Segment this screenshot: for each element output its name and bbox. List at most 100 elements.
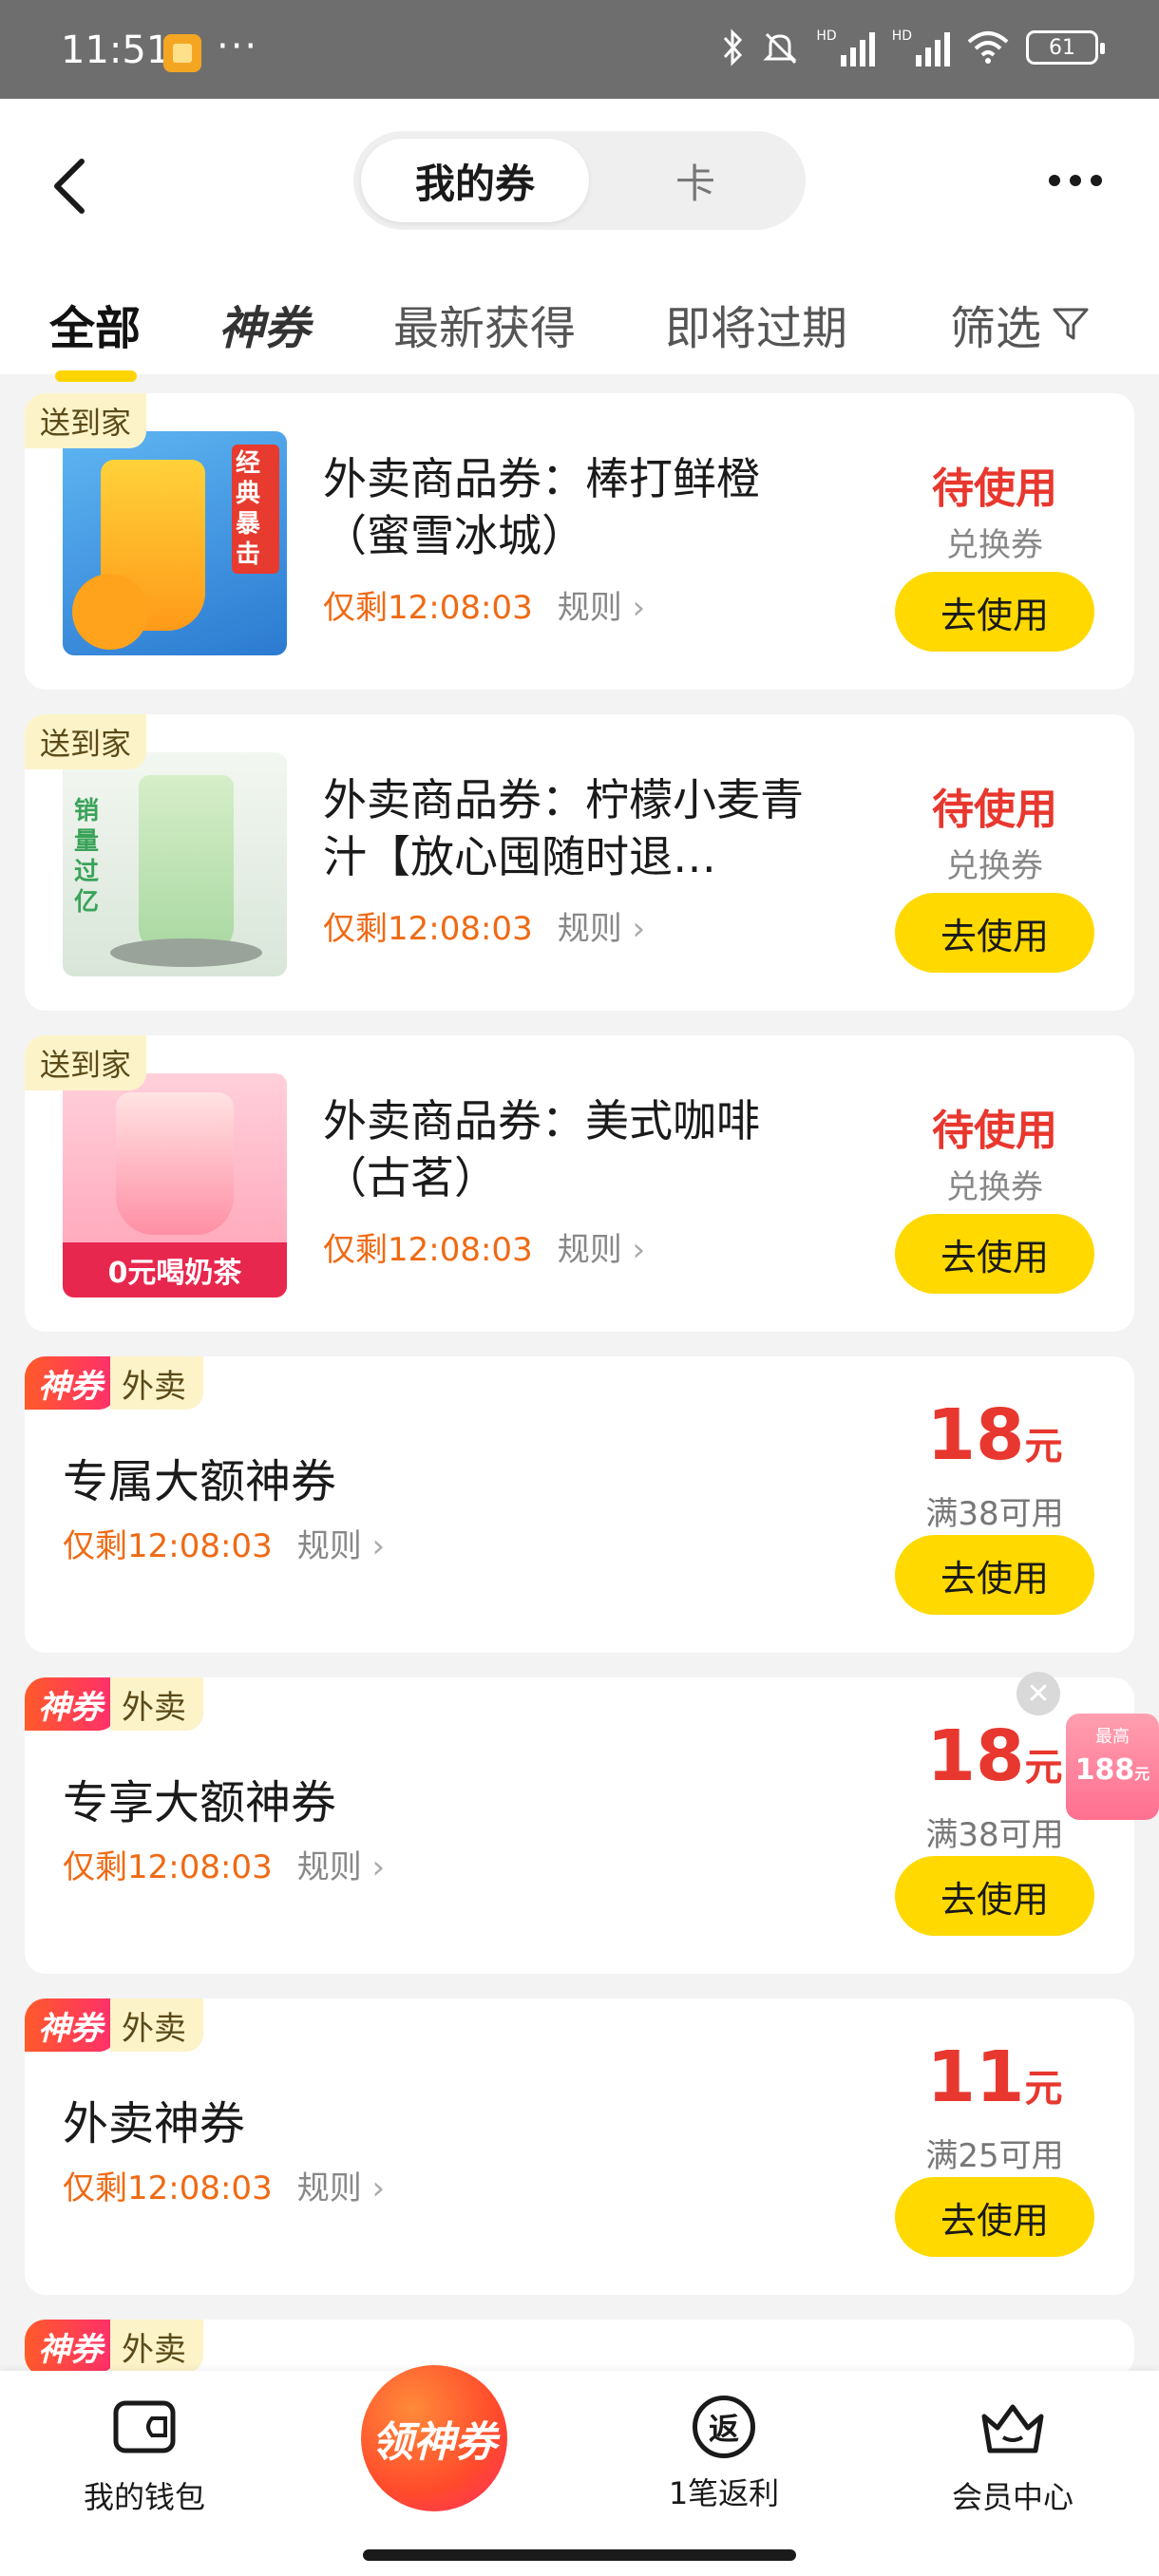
wallet-icon: [113, 2400, 176, 2453]
tab-all[interactable]: 全部: [49, 291, 141, 357]
app-notification-icon: [163, 34, 201, 72]
product-coupon-card[interactable]: 经典暴击 送到家 外卖商品券：棒打鲜橙（蜜雪冰城） 仅剩12:08:03 规则 …: [25, 393, 1134, 690]
rules-link[interactable]: 规则: [297, 2162, 385, 2208]
use-button[interactable]: 去使用: [895, 1214, 1094, 1294]
bottom-nav: 我的钱包 领神券 返 1笔返利 会员中心: [0, 2365, 1159, 2576]
product-coupon-card[interactable]: 销量过亿 送到家 外卖商品券：柠檬小麦青汁【放心囤随时退… 仅剩12:08:03…: [25, 714, 1134, 1011]
delivery-tag: 送到家: [25, 393, 147, 448]
rules-link[interactable]: 规则: [297, 1841, 385, 1887]
segment-my-coupons[interactable]: 我的券: [361, 139, 589, 222]
delivery-tag: 送到家: [25, 714, 147, 769]
voucher-title: 专享大额神券: [63, 1776, 337, 1829]
nav-member-label: 会员中心: [951, 2479, 1074, 2515]
segment-cards[interactable]: 卡: [591, 139, 800, 222]
nav-member[interactable]: 会员中心: [918, 2396, 1108, 2517]
nav-wallet-label: 我的钱包: [83, 2479, 205, 2515]
category-badge: 外卖: [110, 1356, 203, 1410]
voucher-card[interactable]: 神券 外卖 专享大额神券 仅剩12:08:03 规则 18元 满38可用 去使用: [25, 1677, 1134, 1974]
voucher-condition: 满25可用: [925, 2137, 1064, 2175]
rules-link[interactable]: 规则: [558, 902, 645, 949]
voucher-condition: 满38可用: [925, 1495, 1064, 1533]
battery-icon: 61: [1026, 30, 1105, 65]
countdown: 仅剩12:08:03: [63, 1527, 273, 1565]
coupon-type: 兑换券: [946, 847, 1043, 885]
segment-switch: 我的券 卡: [353, 131, 806, 230]
voucher-card[interactable]: 神券 外卖 专属大额神券 仅剩12:08:03 规则 18元 满38可用 去使用: [25, 1356, 1134, 1653]
coupon-meta: 仅剩12:08:03 规则: [323, 1223, 645, 1270]
countdown: 仅剩12:08:03: [323, 589, 533, 627]
coupon-type: 兑换券: [946, 1168, 1043, 1206]
voucher-meta: 仅剩12:08:03 规则: [63, 2162, 385, 2208]
rules-link[interactable]: 规则: [558, 1223, 645, 1270]
close-icon[interactable]: ✕: [1016, 1672, 1060, 1715]
home-indicator[interactable]: [363, 2549, 796, 2561]
product-image: 销量过亿: [63, 752, 287, 976]
countdown: 仅剩12:08:03: [63, 1848, 273, 1886]
coupon-meta: 仅剩12:08:03 规则: [323, 902, 645, 949]
tab-expiring[interactable]: 即将过期: [665, 291, 847, 357]
voucher-amount: 11元: [926, 2036, 1063, 2118]
coupon-type: 兑换券: [946, 526, 1043, 564]
page-header: 我的券 卡 全部 神券 最新获得 即将过期 筛选: [0, 99, 1159, 382]
status-time: 11:51: [61, 28, 171, 72]
countdown: 仅剩12:08:03: [323, 1231, 533, 1269]
use-button[interactable]: 去使用: [895, 572, 1094, 652]
signal-icon: HD: [816, 28, 875, 66]
coupon-title: 外卖商品券：柠檬小麦青汁【放心囤随时退…: [323, 774, 804, 882]
voucher-title: 专属大额神券: [63, 1455, 337, 1508]
tab-shenquan[interactable]: 神券: [218, 291, 310, 357]
delivery-tag: 送到家: [25, 1035, 147, 1090]
mute-icon: [763, 32, 797, 65]
coupon-title: 外卖商品券：美式咖啡（古茗）: [323, 1095, 760, 1203]
use-button[interactable]: 去使用: [895, 1856, 1094, 1936]
voucher-meta: 仅剩12:08:03 规则: [63, 1520, 385, 1566]
voucher-card[interactable]: 神券 外卖: [25, 2320, 1134, 2377]
nav-rebate[interactable]: 返 1笔返利: [629, 2396, 819, 2513]
voucher-title: 外卖神券: [63, 2097, 246, 2150]
status-icons: HD HD 61: [721, 28, 1105, 66]
rebate-icon: 返: [693, 2396, 755, 2458]
tab-active-indicator: [55, 370, 137, 382]
coupon-meta: 仅剩12:08:03 规则: [323, 581, 645, 628]
promo-card[interactable]: 最高 188元: [1066, 1714, 1159, 1820]
bluetooth-icon: [724, 28, 743, 66]
rules-link[interactable]: 规则: [558, 581, 645, 628]
voucher-amount: 18元: [926, 1394, 1063, 1476]
nav-wallet[interactable]: 我的钱包: [49, 2396, 239, 2517]
coupon-status: 待使用: [932, 786, 1057, 834]
voucher-meta: 仅剩12:08:03 规则: [63, 1841, 385, 1887]
use-button[interactable]: 去使用: [895, 1535, 1094, 1615]
voucher-card[interactable]: 神券 外卖 外卖神券 仅剩12:08:03 规则 11元 满25可用 去使用: [25, 1998, 1134, 2295]
countdown: 仅剩12:08:03: [323, 910, 533, 948]
voucher-badge: 神券 外卖: [25, 2320, 203, 2373]
rules-link[interactable]: 规则: [297, 1520, 385, 1566]
voucher-badge: 神券 外卖: [25, 1998, 203, 2052]
floating-promo[interactable]: ✕ 最高 188元: [1016, 1672, 1159, 1824]
use-button[interactable]: 去使用: [895, 2177, 1094, 2257]
more-notifications-icon: ···: [217, 25, 259, 68]
category-badge: 外卖: [110, 1998, 203, 2052]
status-bar: 11:51 ··· HD HD 61: [0, 0, 1159, 99]
nav-rebate-label: 1笔返利: [668, 2475, 780, 2511]
coupon-status: 待使用: [932, 1107, 1057, 1155]
product-image: 经典暴击: [63, 431, 287, 655]
promo-amount: 188元: [1074, 1753, 1150, 1787]
voucher-badge: 神券 外卖: [25, 1356, 203, 1410]
product-coupon-card[interactable]: 0元喝奶茶 送到家 外卖商品券：美式咖啡（古茗） 仅剩12:08:03 规则 待…: [25, 1035, 1134, 1332]
promo-top-label: 最高: [1095, 1727, 1130, 1747]
filter-tabs: 全部 神券 最新获得 即将过期 筛选: [0, 275, 1159, 382]
tab-latest[interactable]: 最新获得: [393, 291, 576, 357]
signal-icon-2: HD: [892, 28, 950, 66]
tab-filter[interactable]: 筛选: [950, 291, 1091, 357]
shenquan-badge: 神券: [25, 1677, 116, 1731]
more-options-icon[interactable]: [1049, 175, 1102, 186]
filter-label: 筛选: [950, 302, 1042, 355]
shenquan-badge: 神券: [25, 1356, 116, 1410]
shenquan-badge: 神券: [25, 1998, 116, 2052]
funnel-icon: [1053, 308, 1089, 340]
coupon-title: 外卖商品券：棒打鲜橙（蜜雪冰城）: [323, 453, 760, 561]
back-arrow-icon[interactable]: [48, 148, 95, 224]
get-coupons-button[interactable]: 领神券: [361, 2365, 507, 2511]
use-button[interactable]: 去使用: [895, 893, 1094, 973]
product-image: 0元喝奶茶: [63, 1073, 287, 1297]
